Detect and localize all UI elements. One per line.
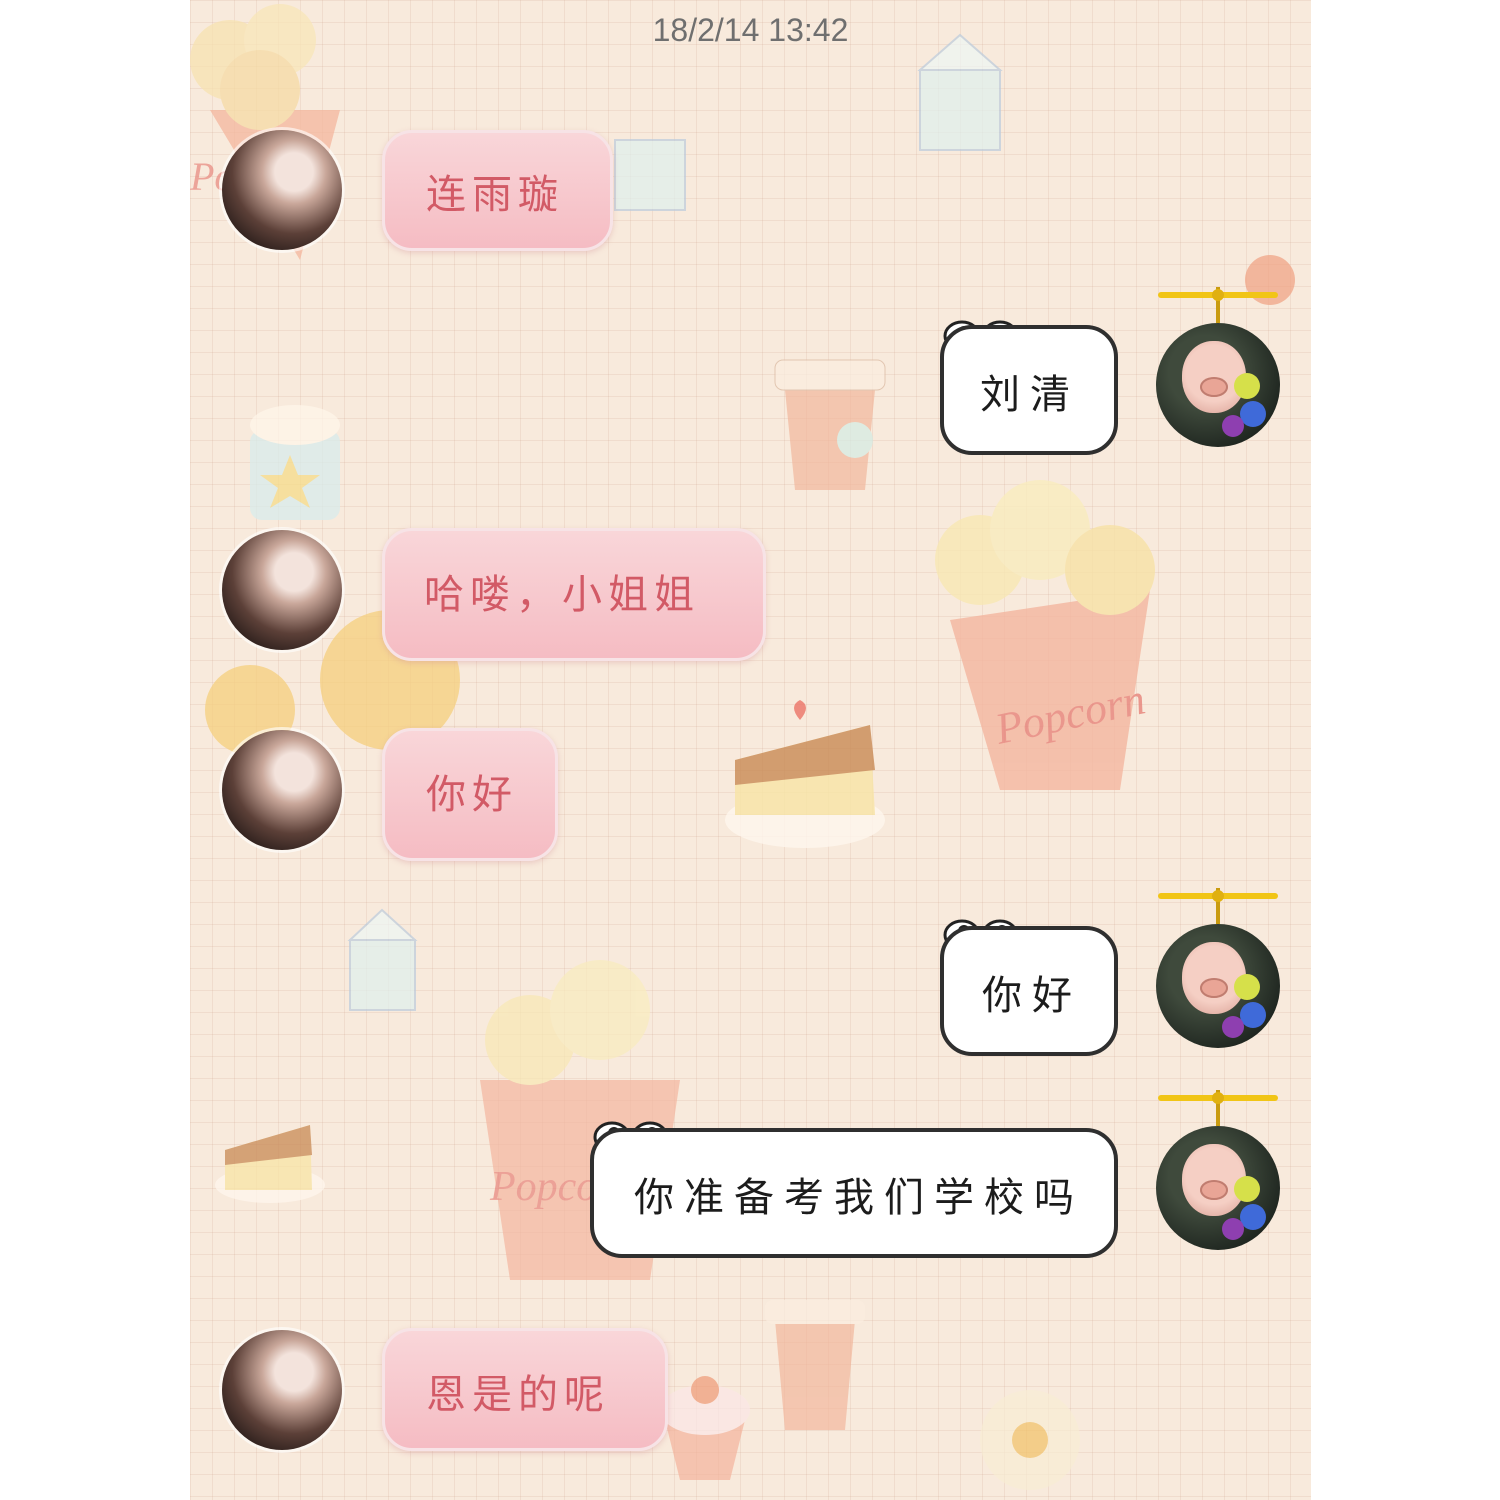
- contact-avatar[interactable]: [222, 1330, 342, 1450]
- incoming-message-text: 连雨璇: [426, 172, 564, 218]
- chat-screen[interactable]: Popcorn Popcorn 18/2/14 13:42 连雨璇 刘清 哈喽，…: [190, 0, 1311, 1500]
- outgoing-message-text: 刘清: [980, 372, 1080, 418]
- my-avatar[interactable]: [1156, 1126, 1280, 1250]
- contact-avatar[interactable]: [222, 530, 342, 650]
- incoming-message-text: 恩是的呢: [426, 1372, 610, 1418]
- outgoing-message-text: 你好: [982, 973, 1082, 1019]
- propeller-hat-decoration: [1158, 888, 1278, 924]
- my-avatar[interactable]: [1156, 924, 1280, 1048]
- background-illustrations: Popcorn Popcorn: [190, 4, 1295, 1490]
- my-avatar[interactable]: [1156, 323, 1280, 447]
- propeller-hat-decoration: [1158, 287, 1278, 323]
- contact-avatar[interactable]: [222, 130, 342, 250]
- outgoing-message-text: 你准备考我们学校吗: [634, 1175, 1084, 1221]
- incoming-message-text: 你好: [426, 772, 518, 818]
- propeller-hat-decoration: [1158, 1090, 1278, 1126]
- contact-avatar[interactable]: [222, 730, 342, 850]
- incoming-message-text: 哈喽，小姐姐: [424, 572, 700, 618]
- message-timestamp: 18/2/14 13:42: [652, 12, 849, 48]
